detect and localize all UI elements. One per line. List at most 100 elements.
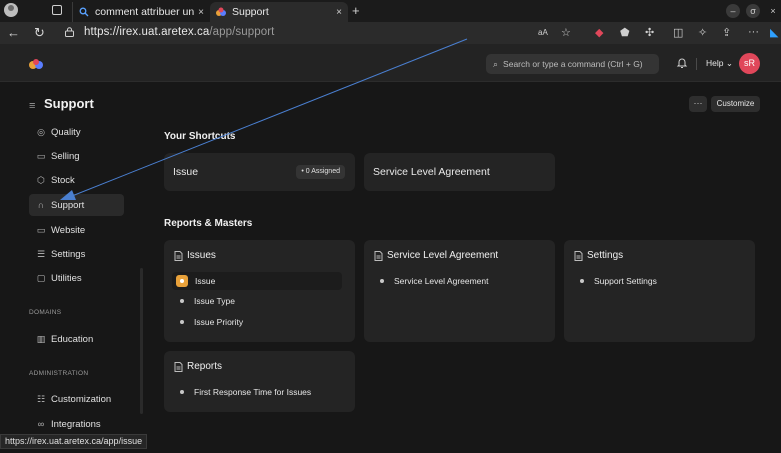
share-icon[interactable]: ⇪ [722, 26, 731, 39]
sidebar-item-label: Selling [51, 150, 80, 162]
page-title: Support [44, 96, 94, 111]
url-field[interactable]: https://irex.uat.aretex.ca/app/support [84, 26, 274, 38]
customize-button[interactable]: Customize [711, 96, 760, 112]
link-issue[interactable]: Issue [172, 272, 342, 290]
document-icon [374, 250, 383, 261]
link-label: Service Level Agreement [394, 276, 489, 286]
link-issue-priority[interactable]: Issue Priority [172, 313, 342, 331]
document-icon [174, 361, 183, 372]
maximize-button[interactable]: σ [746, 4, 760, 18]
sidebar-item-label: Stock [51, 174, 75, 186]
sidebar-item-customization[interactable]: ☷ Customization [29, 388, 124, 410]
divider [696, 58, 697, 70]
app-navbar: ⌕ Search or type a command (Ctrl + G) He… [0, 44, 781, 82]
card-issues: Issues Issue Issue Type Issue Priority [164, 240, 355, 342]
shortcut-issue[interactable]: Issue • 0 Assigned [164, 153, 355, 191]
help-dropdown[interactable]: Help ⌄ [706, 58, 733, 69]
browser-tab-bar: comment attribuer un tic × Support × + –… [0, 0, 781, 22]
sliders-icon: ☷ [36, 393, 46, 404]
sidebar-item-label: Support [51, 199, 85, 211]
link-first-response-time[interactable]: First Response Time for Issues [172, 383, 352, 401]
link-label: Support Settings [594, 276, 657, 286]
bullet-icon [180, 320, 184, 324]
sidebar-item-label: Customization [51, 393, 112, 405]
shortcut-label: Issue [173, 166, 199, 178]
stock-box-icon: ⬡ [37, 174, 45, 185]
sidebar-item-support[interactable]: ∩ Support [29, 194, 124, 216]
sidebar-item-education[interactable]: ▥ Education [29, 328, 124, 350]
puzzle-icon[interactable]: ✣ [645, 26, 654, 39]
link-issue-type[interactable]: Issue Type [172, 292, 342, 310]
document-icon [174, 250, 183, 261]
card-reports: Reports First Response Time for Issues [164, 351, 355, 412]
bullet-icon [580, 279, 584, 283]
more-button[interactable]: ··· [689, 96, 707, 112]
sidebar-item-website[interactable]: ▭ Website [29, 219, 124, 241]
sidebar-item-stock[interactable]: ⬡ Stock [29, 169, 124, 191]
url-path: /app/support [209, 26, 275, 38]
sidebar-item-settings[interactable]: ☰ Settings [29, 243, 124, 265]
book-icon: ▥ [36, 333, 46, 344]
issue-indicator-icon [176, 275, 188, 287]
sidebar-item-label: Utilities [51, 272, 82, 284]
card-title-text: Settings [587, 250, 624, 261]
reload-icon[interactable]: ↻ [34, 26, 45, 40]
bullet-icon [380, 279, 384, 283]
sidebar-item-utilities[interactable]: ▢ Utilities [29, 267, 124, 289]
assigned-count-badge: • 0 Assigned [296, 165, 345, 179]
user-avatar[interactable]: sR [739, 53, 760, 74]
link-label: First Response Time for Issues [194, 387, 312, 397]
search-favicon-icon [79, 7, 89, 17]
sidebar-item-integrations[interactable]: ∞ Integrations [29, 413, 124, 435]
card-title-text: Reports [187, 361, 223, 372]
browser-tab-active[interactable]: Support × [210, 2, 348, 22]
integrations-icon: ∞ [37, 419, 45, 429]
browser-tab[interactable]: comment attribuer un tic × [72, 2, 210, 22]
quality-icon: ◎ [37, 126, 45, 137]
read-aloud-icon[interactable]: aA [538, 28, 548, 37]
card-settings: Settings Support Settings [564, 240, 755, 342]
minimize-button[interactable]: – [726, 4, 740, 18]
settings-icon: ☰ [36, 248, 46, 259]
card-title-text: Service Level Agreement [387, 250, 499, 261]
card-service-level-agreement: Service Level Agreement Service Level Ag… [364, 240, 555, 342]
selling-icon: ▭ [36, 150, 46, 161]
sidebar-item-label: Settings [51, 248, 86, 260]
new-tab-button[interactable]: + [352, 3, 360, 18]
split-screen-icon[interactable]: ◫ [673, 26, 683, 39]
app-logo[interactable] [29, 59, 43, 69]
folder-icon: ▢ [36, 272, 46, 283]
tab-close-icon[interactable]: × [198, 7, 204, 18]
search-icon: ⌕ [493, 58, 499, 69]
favorites-icon[interactable]: ✧ [698, 26, 707, 39]
copilot-icon[interactable]: ◣ [770, 26, 778, 39]
sidebar-item-quality[interactable]: ◎ Quality [29, 121, 124, 143]
favorite-star-icon[interactable]: ☆ [561, 26, 571, 39]
lock-icon[interactable] [65, 27, 74, 37]
back-arrow-icon[interactable]: ← [7, 26, 20, 40]
link-service-level-agreement[interactable]: Service Level Agreement [372, 272, 542, 290]
headset-icon: ∩ [37, 200, 45, 210]
shortcut-service-level-agreement[interactable]: Service Level Agreement [364, 153, 555, 191]
app-favicon-icon [216, 7, 226, 16]
sidebar-item-label: Education [51, 333, 94, 345]
more-menu-icon[interactable]: ··· [748, 26, 759, 38]
url-host: https://irex.uat.aretex.ca [84, 26, 210, 38]
sidebar-toggle-icon[interactable]: ≡ [29, 100, 35, 112]
sidebar-item-selling[interactable]: ▭ Selling [29, 145, 124, 167]
address-bar: ← ↻ https://irex.uat.aretex.ca/app/suppo… [0, 22, 781, 44]
document-icon [574, 250, 583, 261]
bullet-icon [180, 299, 184, 303]
workspaces-icon[interactable] [52, 5, 62, 15]
profile-icon[interactable] [4, 3, 18, 17]
shield-icon[interactable]: ⬟ [620, 26, 630, 39]
notification-bell-icon[interactable] [676, 57, 688, 69]
extension-icon[interactable]: ◆ [595, 26, 603, 39]
link-support-settings[interactable]: Support Settings [572, 272, 742, 290]
card-title: Reports [174, 361, 222, 372]
close-window-button[interactable]: × [766, 4, 780, 18]
search-input[interactable]: ⌕ Search or type a command (Ctrl + G) [486, 54, 659, 74]
sidebar-item-label: Integrations [51, 418, 101, 430]
sidebar-scrollbar[interactable] [140, 268, 143, 414]
tab-close-icon[interactable]: × [336, 7, 342, 18]
